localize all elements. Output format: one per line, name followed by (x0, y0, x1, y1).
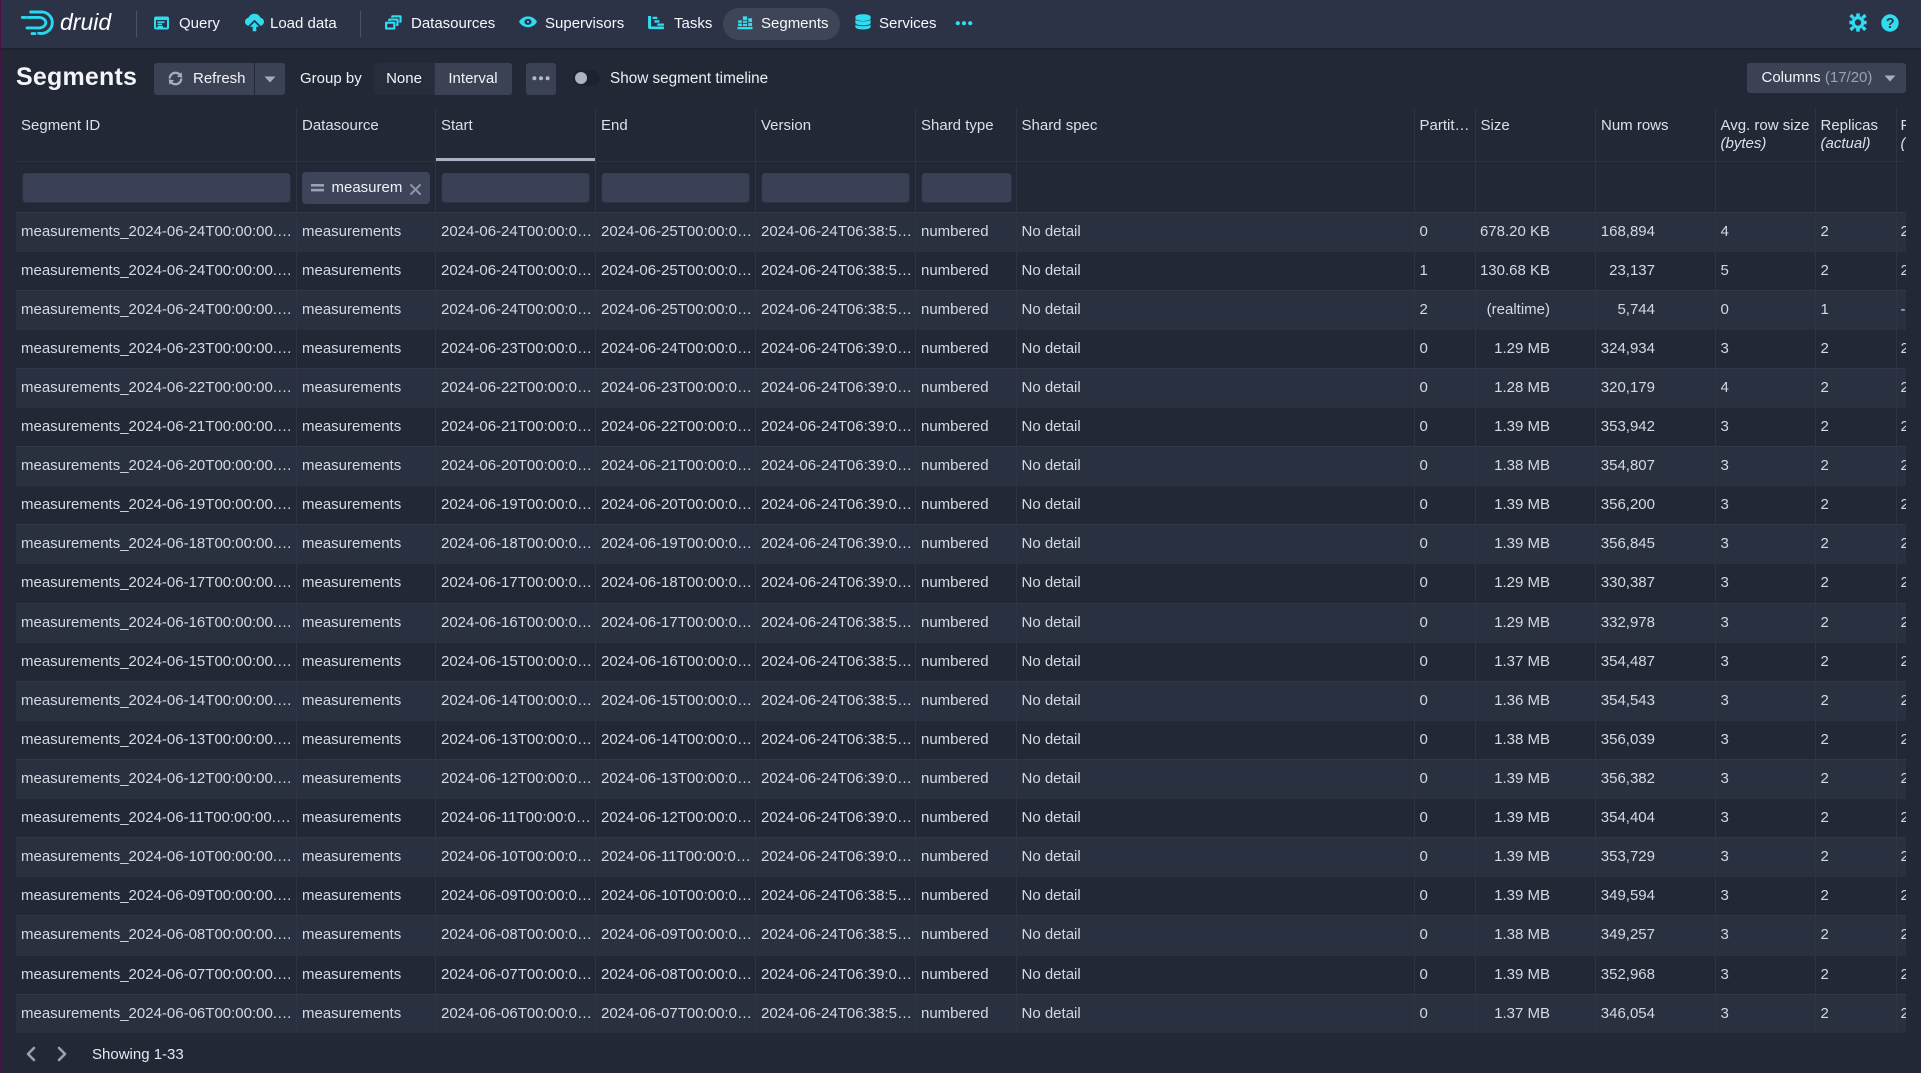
svg-text:?: ? (1886, 16, 1895, 32)
